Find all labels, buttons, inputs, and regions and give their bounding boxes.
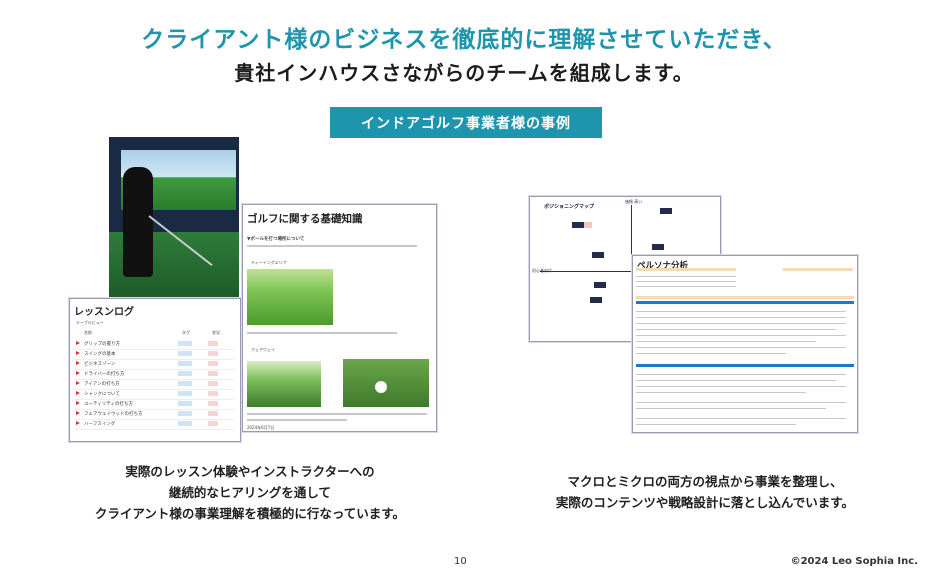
doc-subheading-1: ティーイングエリア xyxy=(251,260,287,265)
column-header-status: 状況 xyxy=(212,330,220,335)
doc-text-line xyxy=(636,408,826,409)
persona-table-header xyxy=(783,268,853,271)
section-tag: インドアゴルフ事業者様の事例 xyxy=(330,107,602,138)
doc-text-line xyxy=(636,329,836,330)
column-header-tag: タグ xyxy=(182,330,190,335)
fairway-image xyxy=(247,361,321,407)
doc-title: ゴルフに関する基礎知識 xyxy=(247,213,363,225)
doc-title: レッスンログ xyxy=(74,307,134,318)
doc-text-line xyxy=(247,245,417,247)
caption-line: クライアント様の事業理解を積極的に行なっています。 xyxy=(94,506,406,521)
caption-line: 継続的なヒアリングを通して xyxy=(168,485,332,500)
copyright: ©2024 Leo Sophia Inc. xyxy=(790,556,918,567)
doc-heading: ▼ボールを打つ場所について xyxy=(247,237,305,242)
headline-line-1: クライアント様のビジネスを徹底的に理解させていただき、 xyxy=(141,27,787,53)
doc-text-line xyxy=(636,386,846,387)
view-label: テーブルビュー xyxy=(76,320,104,325)
doc-text-line xyxy=(636,353,786,354)
doc-text-line xyxy=(247,419,347,421)
map-point xyxy=(572,222,584,228)
caption-line: 実際のコンテンツや戦略設計に落とし込んでいます。 xyxy=(555,495,855,510)
persona-section-header xyxy=(636,296,854,299)
doc-text-line xyxy=(636,335,846,336)
doc-text-line xyxy=(636,317,846,318)
doc-text-line xyxy=(636,418,846,419)
right-caption: マクロとミクロの両方の視点から事業を整理し、 実際のコンテンツや戦略設計に落とし… xyxy=(525,471,885,513)
persona-section-bar xyxy=(636,301,854,304)
doc-text-line xyxy=(636,281,736,282)
table-row: ハーフスイング xyxy=(74,419,234,430)
map-point xyxy=(594,282,606,288)
doc-text-line xyxy=(636,341,816,342)
headline-line-2: 貴社インハウスさながらのチームを組成します。 xyxy=(234,61,694,85)
golf-ball-image xyxy=(343,359,429,407)
doc-text-line xyxy=(636,311,846,312)
indoor-golf-photo xyxy=(109,137,239,299)
axis-label-top: 価格 高い xyxy=(625,199,643,204)
doc-text-line xyxy=(636,347,846,348)
doc-title: ポジショニングマップ xyxy=(544,204,595,210)
caption-line: 実際のレッスン体験やインストラクターへの xyxy=(125,464,375,479)
map-point xyxy=(652,244,664,250)
persona-analysis-doc: ペルソナ分析 xyxy=(632,255,858,433)
caption-line: マクロとミクロの両方の視点から事業を整理し、 xyxy=(567,474,843,489)
doc-text-line xyxy=(636,374,846,375)
doc-text-line xyxy=(636,402,846,403)
axis-label-left: 初心者向け xyxy=(532,268,552,273)
doc-text-line xyxy=(636,424,796,425)
tee-area-image xyxy=(247,269,333,325)
page-number: 10 xyxy=(454,556,467,567)
map-point xyxy=(592,252,604,258)
doc-subheading-2: フェアウェイ xyxy=(251,347,275,352)
left-caption: 実際のレッスン体験やインストラクターへの 継続的なヒアリングを通して クライアン… xyxy=(70,461,430,524)
golf-knowledge-doc: ゴルフに関する基礎知識 ▼ボールを打つ場所について ティーイングエリア フェアウ… xyxy=(242,204,437,432)
golfer-figure xyxy=(123,167,153,277)
doc-text-line xyxy=(636,323,846,324)
doc-date: 2024年6月7日 xyxy=(247,425,275,430)
doc-text-line xyxy=(636,286,736,287)
map-point-highlight xyxy=(584,222,592,228)
map-point xyxy=(590,297,602,303)
doc-text-line xyxy=(636,276,736,277)
doc-text-line xyxy=(636,392,806,393)
doc-text-line xyxy=(247,332,397,334)
persona-section-bar xyxy=(636,364,854,367)
lesson-log-doc: レッスンログ テーブルビュー 名前 タグ 状況 グリップの握り方 スイングの基本… xyxy=(69,298,241,442)
doc-text-line xyxy=(636,380,836,381)
persona-table-header xyxy=(636,268,736,271)
map-point xyxy=(660,208,672,214)
doc-text-line xyxy=(247,413,427,415)
column-header-name: 名前 xyxy=(84,330,92,335)
